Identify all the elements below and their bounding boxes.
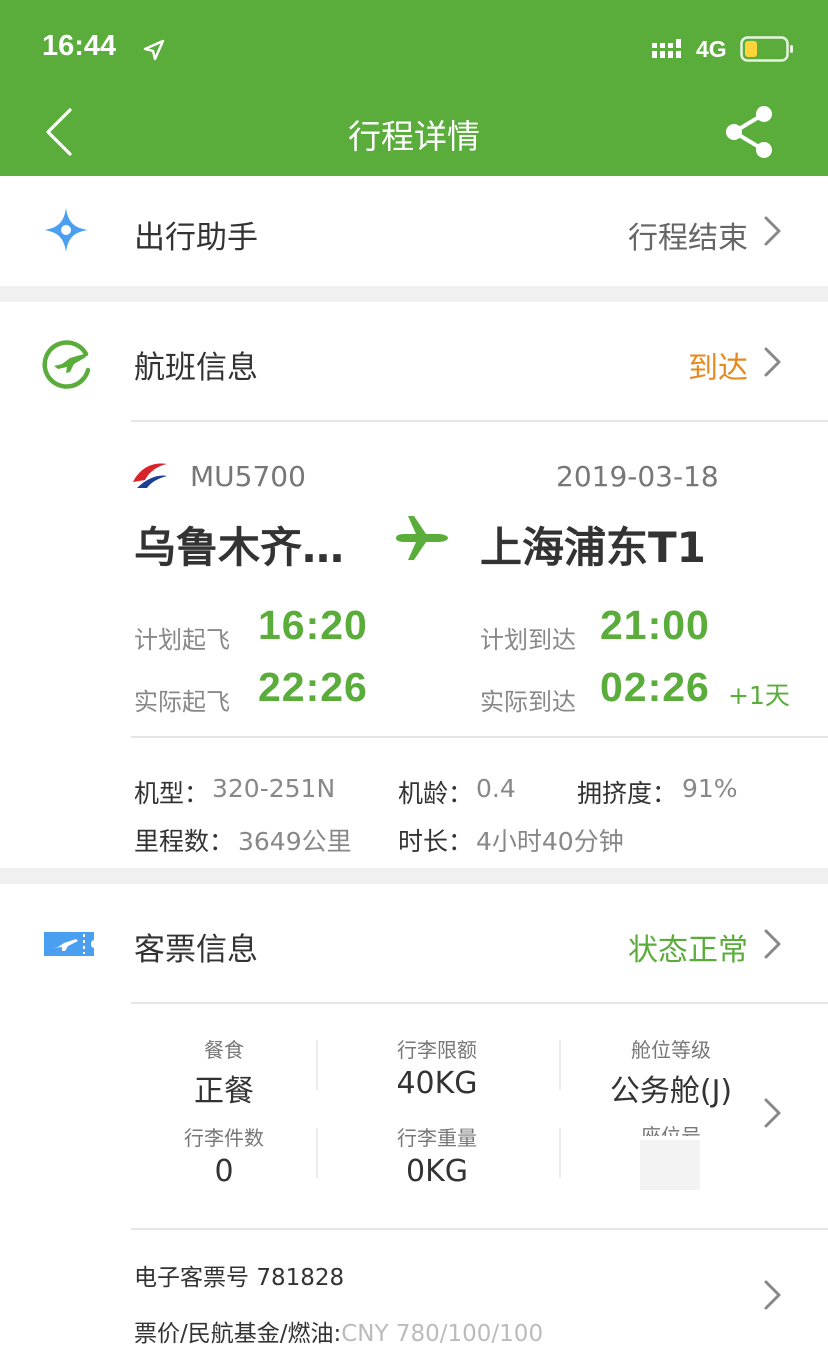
eticket-number: 781828 — [256, 1265, 345, 1291]
actual-departure-time: 22:26 — [258, 664, 368, 710]
aircraft-value: 320-251N — [212, 774, 336, 803]
location-arrow-icon — [143, 39, 165, 61]
actual-departure-label: 实际起飞 — [134, 688, 230, 716]
travel-assistant-row[interactable]: 出行助手 行程结束 — [0, 176, 828, 286]
battery-icon — [740, 36, 793, 62]
signal-strength-icon — [652, 39, 681, 58]
baggage-weight-label: 行李重量 — [397, 1126, 477, 1150]
distance-label: 里程数： — [134, 827, 235, 856]
baggage-weight-value: 0KG — [405, 1154, 468, 1189]
column-separator — [559, 1128, 561, 1178]
status-time: 16:44 — [42, 30, 117, 62]
plan-departure-time: 16:20 — [258, 602, 368, 648]
chevron-right-icon[interactable] — [762, 927, 784, 961]
fare-label: 票价/民航基金/燃油: — [134, 1321, 342, 1347]
column-separator — [559, 1040, 561, 1090]
duration-label: 时长： — [398, 827, 474, 856]
share-icon[interactable] — [722, 104, 776, 160]
cabin-label: 舱位等级 — [631, 1038, 711, 1062]
section-gap — [0, 868, 828, 884]
column-separator — [316, 1040, 318, 1090]
flight-takeoff-icon — [42, 340, 91, 389]
actual-arrival-time: 02:26 — [600, 664, 710, 710]
age-label: 机龄： — [398, 779, 474, 808]
flight-date: 2019-03-18 — [556, 460, 719, 493]
compass-star-icon — [44, 208, 88, 252]
chevron-right-icon[interactable] — [762, 1096, 784, 1130]
distance-value: 3649公里 — [238, 827, 352, 856]
duration-value: 4小时40分钟 — [476, 827, 624, 856]
eticket-label: 电子客票号 — [134, 1265, 249, 1291]
flight-number: MU5700 — [190, 460, 306, 493]
baggage-count-label: 行李件数 — [184, 1126, 264, 1150]
ticket-info-title: 客票信息 — [134, 932, 258, 968]
aircraft-label: 机型： — [134, 779, 210, 808]
ticket-icon — [44, 932, 94, 956]
age-value: 0.4 — [476, 774, 516, 803]
eticket-line: 电子客票号 781828 — [134, 1258, 344, 1292]
plan-departure-label: 计划起飞 — [134, 626, 230, 654]
header-bar: 16:44 4G 行程详情 — [0, 0, 828, 176]
ticket-status[interactable]: 状态正常 — [628, 925, 748, 969]
flight-status[interactable]: 到达 — [688, 343, 748, 387]
destination-city: 上海浦东T1 — [480, 523, 706, 572]
baggage-limit-label: 行李限额 — [397, 1038, 477, 1062]
divider — [131, 420, 828, 422]
plus-day-badge: +1天 — [728, 681, 790, 710]
plan-arrival-time: 21:00 — [600, 602, 710, 648]
china-eastern-logo — [133, 463, 167, 488]
seat-value-redacted — [640, 1140, 700, 1190]
actual-arrival-label: 实际到达 — [480, 688, 576, 716]
flight-info-title: 航班信息 — [134, 350, 258, 386]
baggage-limit-value: 40KG — [396, 1066, 478, 1101]
airplane-icon — [396, 516, 448, 560]
travel-assistant-title: 出行助手 — [134, 220, 258, 256]
fare-value: CNY 780/100/100 — [341, 1321, 544, 1347]
column-separator — [316, 1128, 318, 1178]
origin-city: 乌鲁木齐… — [134, 523, 345, 572]
divider — [131, 1002, 828, 1004]
cabin-value: 公务舱(J) — [609, 1074, 733, 1109]
seat-label: 座位号 — [641, 1124, 701, 1136]
network-type: 4G — [696, 36, 727, 62]
baggage-count-value: 0 — [214, 1154, 234, 1189]
page-title: 行程详情 — [348, 117, 480, 156]
crowd-label: 拥挤度： — [577, 779, 678, 808]
plan-arrival-label: 计划到达 — [480, 626, 576, 654]
section-gap — [0, 286, 828, 302]
trip-status: 行程结束 — [628, 221, 748, 256]
chevron-right-icon[interactable] — [762, 1278, 784, 1312]
chevron-right-icon — [764, 216, 781, 246]
chevron-right-icon[interactable] — [762, 345, 784, 379]
meal-label: 餐食 — [204, 1038, 244, 1062]
crowd-value: 91% — [682, 774, 738, 803]
meal-value: 正餐 — [194, 1074, 254, 1109]
divider — [131, 1228, 828, 1230]
fare-line: 票价/民航基金/燃油:CNY 780/100/100 — [134, 1314, 543, 1348]
divider — [131, 736, 828, 738]
